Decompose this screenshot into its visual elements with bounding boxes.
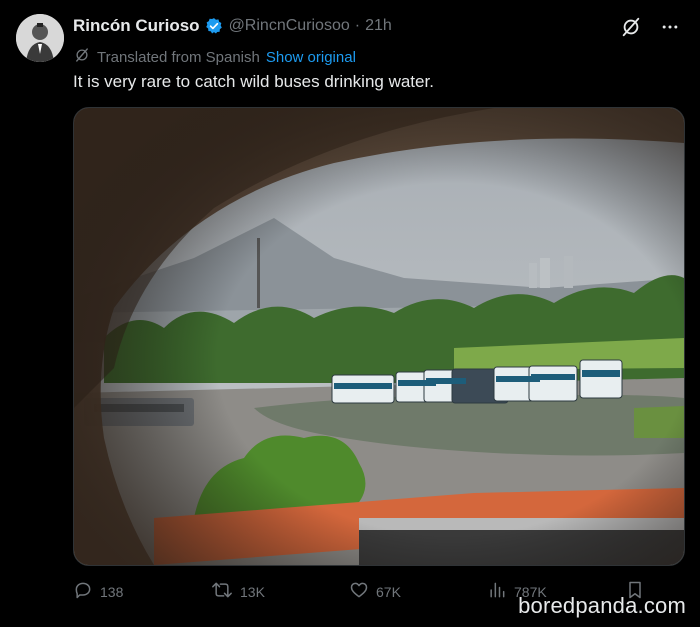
like-button[interactable]: 67K bbox=[349, 580, 401, 603]
reply-count: 138 bbox=[100, 583, 124, 600]
tweet-header: Rincón Curioso @RincnCuriosoo · 21h bbox=[73, 16, 392, 36]
tweet-text: It is very rare to catch wild buses drin… bbox=[73, 72, 434, 91]
translation-notice: Translated from Spanish bbox=[97, 48, 260, 66]
author-handle[interactable]: @RincnCuriosoo bbox=[229, 17, 350, 35]
translate-icon bbox=[73, 46, 91, 68]
bus-lot-photo bbox=[74, 108, 684, 565]
verified-badge-icon bbox=[205, 17, 223, 35]
avatar-image bbox=[16, 14, 64, 62]
more-icon[interactable] bbox=[660, 17, 680, 42]
grok-slash-icon[interactable] bbox=[620, 16, 642, 43]
author-display-name[interactable]: Rincón Curioso bbox=[73, 16, 200, 36]
views-icon bbox=[487, 580, 507, 603]
repost-icon bbox=[211, 580, 233, 603]
repost-button[interactable]: 13K bbox=[211, 580, 265, 603]
top-actions bbox=[620, 16, 680, 43]
show-original-link[interactable]: Show original bbox=[266, 49, 356, 66]
like-icon bbox=[349, 580, 369, 603]
post-time[interactable]: 21h bbox=[365, 17, 392, 35]
separator-dot: · bbox=[354, 17, 361, 34]
reply-icon bbox=[73, 580, 93, 603]
repost-count: 13K bbox=[240, 583, 265, 600]
translation-row: Translated from Spanish Show original bbox=[73, 46, 356, 68]
avatar[interactable] bbox=[16, 14, 64, 62]
tweet-photo[interactable] bbox=[73, 107, 685, 566]
like-count: 67K bbox=[376, 583, 401, 600]
watermark: boredpanda.com bbox=[518, 593, 686, 618]
reply-button[interactable]: 138 bbox=[73, 580, 123, 603]
